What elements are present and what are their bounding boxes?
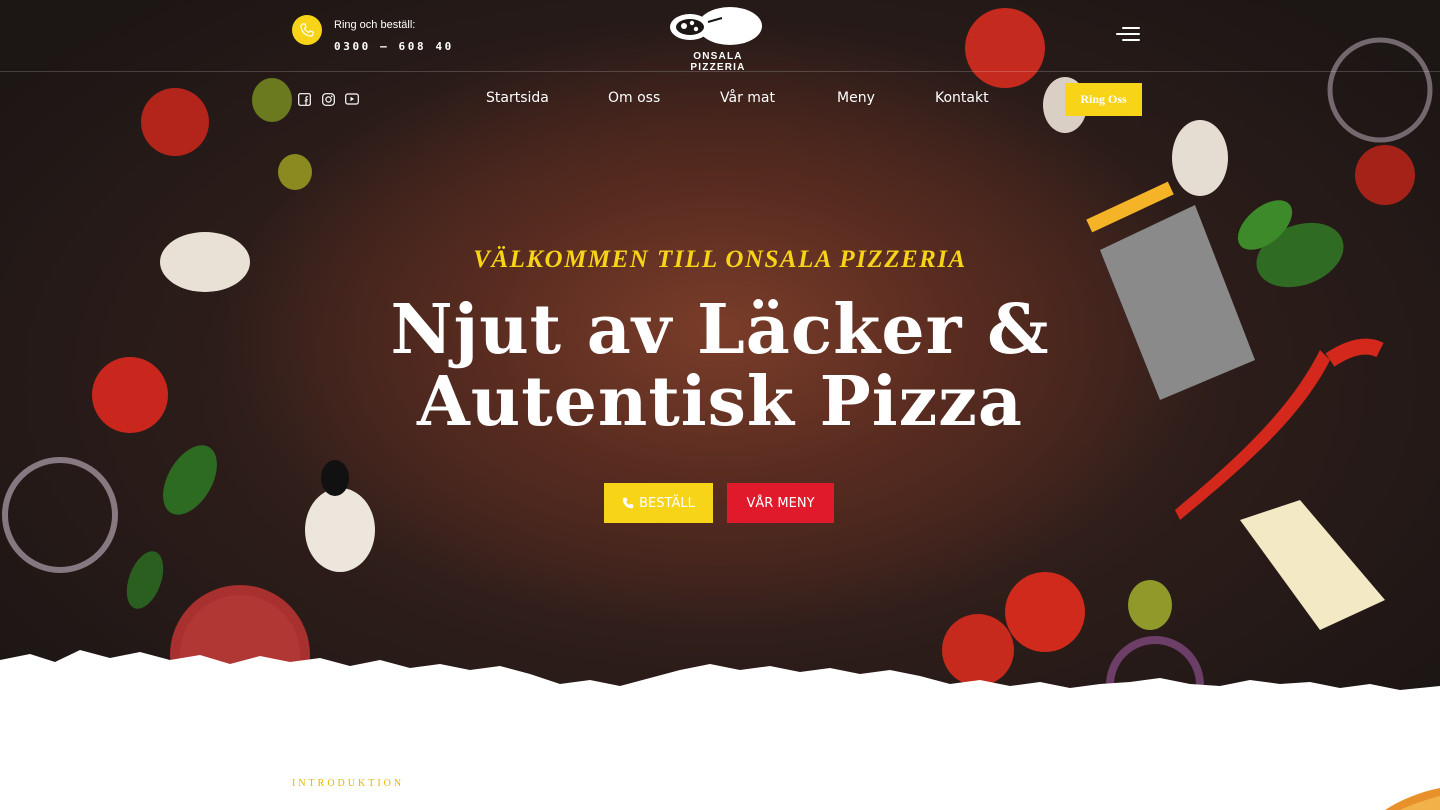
instagram-icon[interactable] xyxy=(321,92,335,106)
hero-headline-line-2: Autentisk Pizza xyxy=(417,362,1023,442)
call-label: Ring och beställ: xyxy=(334,19,416,31)
menu-button[interactable]: VÅR MENY xyxy=(727,483,834,523)
logo-icon xyxy=(670,7,762,45)
hamburger-menu-icon[interactable] xyxy=(1112,24,1140,44)
welcome-tagline: VÄLKOMMEN TILL ONSALA PIZZERIA xyxy=(473,246,967,273)
top-bar: Ring och beställ: 0300 – 608 40 ONSALA P… xyxy=(0,0,1440,73)
logo-text: ONSALA PIZZERIA xyxy=(690,51,746,73)
facebook-icon[interactable] xyxy=(297,92,311,106)
nav-item-var-mat[interactable]: Vår mat xyxy=(720,90,775,106)
nav-item-meny[interactable]: Meny xyxy=(837,90,875,106)
pizza-image-fragment xyxy=(1385,788,1440,810)
order-button[interactable]: BESTÄLL xyxy=(604,483,713,523)
torn-paper-divider xyxy=(0,650,1440,710)
nav-item-kontakt[interactable]: Kontakt xyxy=(935,90,989,106)
order-button-label: BESTÄLL xyxy=(639,495,695,511)
youtube-icon[interactable] xyxy=(345,92,359,106)
nav-item-om-oss[interactable]: Om oss xyxy=(608,90,660,106)
social-links xyxy=(297,92,359,106)
call-number[interactable]: 0300 – 608 40 xyxy=(334,40,454,53)
hero-headline: Njut av Läcker & Autentisk Pizza xyxy=(0,294,1440,438)
nav-item-startsida[interactable]: Startsida xyxy=(486,90,549,106)
ring-oss-button[interactable]: Ring Oss xyxy=(1065,83,1142,116)
phone-icon[interactable] xyxy=(292,15,322,45)
site-logo[interactable]: ONSALA PIZZERIA xyxy=(664,6,772,73)
phone-icon xyxy=(622,497,634,509)
hero-headline-line-1: Njut av Läcker & xyxy=(390,290,1050,370)
intro-label: INTRODUKTION xyxy=(292,778,405,789)
